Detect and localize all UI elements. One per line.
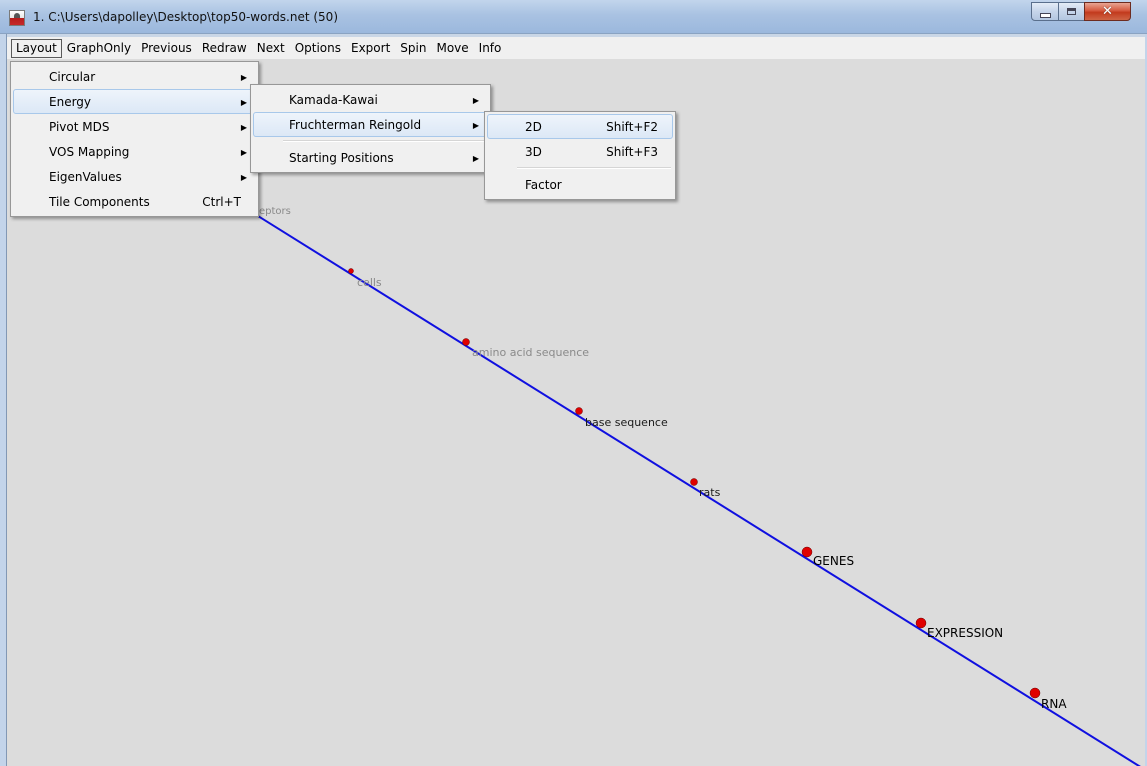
energy-submenu: Kamada-Kawai ▶ Fruchterman Reingold ▶ Star… bbox=[250, 84, 491, 173]
window-frame-left bbox=[0, 34, 7, 766]
graph-node[interactable] bbox=[915, 617, 927, 629]
node-label: amino acid sequence bbox=[472, 346, 589, 359]
menu-separator bbox=[517, 167, 671, 169]
node-label: EXPRESSION bbox=[927, 626, 1003, 640]
menu-previous[interactable]: Previous bbox=[136, 39, 197, 58]
graph-node[interactable] bbox=[575, 407, 583, 415]
menu-info[interactable]: Info bbox=[474, 39, 507, 58]
menu-separator bbox=[283, 140, 486, 142]
menu-bar: Layout GraphOnly Previous Redraw Next Op… bbox=[7, 37, 1145, 59]
layout-menu: Circular ▶ Energy ▶ Pivot MDS ▶ VOS Mapping… bbox=[10, 61, 259, 217]
node-label: RNA bbox=[1041, 697, 1067, 711]
submenu-arrow-icon: ▶ bbox=[472, 154, 479, 163]
menu-item-label: 3D bbox=[525, 145, 542, 159]
menu-options[interactable]: Options bbox=[290, 39, 346, 58]
menu-spin[interactable]: Spin bbox=[395, 39, 431, 58]
menu-item-pivot-mds[interactable]: Pivot MDS ▶ bbox=[13, 114, 256, 139]
close-button[interactable]: ✕ bbox=[1084, 2, 1131, 21]
menu-export[interactable]: Export bbox=[346, 39, 395, 58]
node-label-partial: eptors bbox=[259, 206, 291, 217]
menu-item-shortcut: Shift+F3 bbox=[606, 145, 658, 159]
menu-item-2d[interactable]: 2D Shift+F2 bbox=[487, 114, 673, 139]
graph-node[interactable] bbox=[690, 478, 698, 486]
submenu-arrow-icon: ▶ bbox=[240, 98, 247, 107]
menu-item-label: VOS Mapping bbox=[49, 145, 130, 159]
graph-edge bbox=[249, 210, 1141, 766]
menu-item-label: Kamada-Kawai bbox=[289, 93, 378, 107]
node-label: GENES bbox=[813, 554, 854, 568]
menu-item-label: Energy bbox=[49, 95, 92, 109]
graph-node[interactable] bbox=[462, 338, 470, 346]
menu-item-starting-positions[interactable]: Starting Positions ▶ bbox=[253, 145, 488, 170]
menu-next[interactable]: Next bbox=[252, 39, 290, 58]
menu-layout[interactable]: Layout bbox=[11, 38, 62, 58]
menu-item-shortcut: Shift+F2 bbox=[606, 120, 658, 134]
menu-redraw[interactable]: Redraw bbox=[197, 39, 252, 58]
menu-item-label: Starting Positions bbox=[289, 151, 394, 165]
submenu-arrow-icon: ▶ bbox=[240, 123, 247, 132]
node-label: rats bbox=[699, 486, 721, 499]
app-icon[interactable] bbox=[9, 10, 25, 26]
menu-item-energy[interactable]: Energy ▶ bbox=[13, 89, 256, 114]
menu-item-fruchterman-reingold[interactable]: Fruchterman Reingold ▶ bbox=[253, 112, 488, 137]
menu-item-circular[interactable]: Circular ▶ bbox=[13, 64, 256, 89]
menu-item-kamada-kawai[interactable]: Kamada-Kawai ▶ bbox=[253, 87, 488, 112]
maximize-button[interactable] bbox=[1058, 2, 1085, 21]
submenu-arrow-icon: ▶ bbox=[240, 73, 247, 82]
menu-item-label: 2D bbox=[525, 120, 542, 134]
maximize-icon bbox=[1067, 8, 1076, 15]
graph-node[interactable] bbox=[801, 546, 813, 558]
minimize-icon bbox=[1039, 12, 1051, 18]
menu-item-label: EigenValues bbox=[49, 170, 122, 184]
submenu-arrow-icon: ▶ bbox=[240, 148, 247, 157]
menu-item-factor[interactable]: Factor bbox=[487, 172, 673, 197]
menu-graphonly[interactable]: GraphOnly bbox=[62, 39, 136, 58]
menu-move[interactable]: Move bbox=[431, 39, 473, 58]
node-label: base sequence bbox=[585, 416, 668, 429]
menu-item-label: Pivot MDS bbox=[49, 120, 110, 134]
submenu-arrow-icon: ▶ bbox=[472, 121, 479, 130]
node-label: cells bbox=[357, 276, 382, 289]
close-icon: ✕ bbox=[1102, 4, 1113, 19]
menu-item-tile-components[interactable]: Tile Components Ctrl+T bbox=[13, 189, 256, 214]
menu-item-label: Tile Components bbox=[49, 195, 150, 209]
submenu-arrow-icon: ▶ bbox=[472, 96, 479, 105]
menu-item-3d[interactable]: 3D Shift+F3 bbox=[487, 139, 673, 164]
window-title: 1. C:\Users\dapolley\Desktop\top50-words… bbox=[33, 10, 338, 24]
menu-item-label: Factor bbox=[525, 178, 562, 192]
menu-item-shortcut: Ctrl+T bbox=[202, 195, 241, 209]
menu-item-label: Fruchterman Reingold bbox=[289, 118, 422, 132]
menu-item-label: Circular bbox=[49, 70, 96, 84]
fruchterman-reingold-submenu: 2D Shift+F2 3D Shift+F3 Factor bbox=[484, 111, 676, 200]
graph-node[interactable] bbox=[348, 268, 354, 274]
title-bar: 1. C:\Users\dapolley\Desktop\top50-words… bbox=[0, 0, 1147, 34]
menu-item-eigenvalues[interactable]: EigenValues ▶ bbox=[13, 164, 256, 189]
menu-item-vos-mapping[interactable]: VOS Mapping ▶ bbox=[13, 139, 256, 164]
minimize-button[interactable] bbox=[1031, 2, 1059, 21]
submenu-arrow-icon: ▶ bbox=[240, 173, 247, 182]
graph-node[interactable] bbox=[1029, 687, 1041, 699]
